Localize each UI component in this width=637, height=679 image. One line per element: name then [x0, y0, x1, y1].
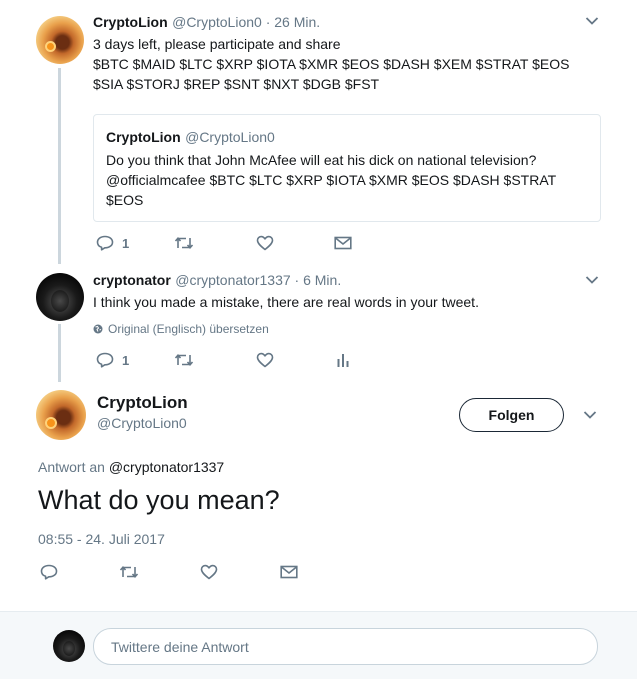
tweet-text: I think you made a mistake, there are re…: [93, 294, 479, 310]
reply-icon: [96, 352, 114, 368]
chevron-down-icon[interactable]: [585, 275, 599, 285]
reply-to-handle[interactable]: @cryptonator1337: [109, 459, 224, 475]
analytics-button[interactable]: [337, 352, 349, 368]
reply-icon: [96, 235, 114, 251]
globe-icon: [93, 324, 103, 334]
quote-header: CryptoLion @CryptoLion0: [106, 129, 275, 147]
reply-count: 1: [122, 235, 130, 251]
retweet-icon: [174, 353, 194, 367]
translate-label: Original (Englisch) übersetzen: [108, 322, 269, 336]
tweet-text-line: 3 days left, please participate and shar…: [93, 36, 341, 52]
hooded-figure-face: [51, 290, 69, 312]
tweet-header: cryptonator @cryptonator1337 · 6 Min.: [93, 272, 341, 290]
reply-button[interactable]: [40, 564, 58, 580]
like-button[interactable]: [256, 235, 274, 251]
avatar[interactable]: [36, 16, 84, 64]
quote-text-line: $EOS: [106, 192, 144, 208]
direct-message-button[interactable]: [334, 236, 352, 250]
tweet-time[interactable]: · 6 Min.: [291, 272, 342, 288]
current-user-avatar: [53, 630, 85, 662]
thread-line: [58, 68, 61, 264]
tweet-time[interactable]: · 26 Min.: [262, 14, 320, 30]
analytics-icon: [337, 354, 349, 367]
tweet-text: What do you mean?: [38, 485, 280, 515]
quoted-tweet[interactable]: CryptoLion @CryptoLion0 Do you think tha…: [93, 114, 601, 222]
reply-count: 1: [122, 352, 130, 368]
reply-input[interactable]: [93, 628, 598, 665]
like-button[interactable]: [256, 352, 274, 368]
retweet-icon: [174, 236, 194, 250]
avatar[interactable]: [36, 390, 86, 440]
tweet-text-line: $BTC $MAID $LTC $XRP $IOTA $XMR $EOS $DA…: [93, 56, 570, 72]
quote-text-line: Do you think that John McAfee will eat h…: [106, 152, 537, 168]
direct-message-button[interactable]: [280, 565, 298, 579]
envelope-icon: [334, 236, 352, 250]
reply-button[interactable]: 1: [96, 352, 129, 368]
author-handle[interactable]: @cryptonator1337: [175, 272, 290, 288]
quote-author-name: CryptoLion: [106, 129, 181, 145]
quote-text-line: @officialmcafee $BTC $LTC $XRP $IOTA $XM…: [106, 172, 557, 188]
reply-to-prefix: Antwort an: [38, 459, 109, 475]
tweet-header: CryptoLion @CryptoLion0 · 26 Min.: [93, 14, 320, 32]
author-name[interactable]: CryptoLion: [93, 14, 168, 30]
retweet-button[interactable]: [119, 564, 139, 580]
avatar[interactable]: [36, 273, 84, 321]
quote-author-handle: @CryptoLion0: [185, 129, 275, 145]
tweet-text-line: $SIA $STORJ $REP $SNT $NXT $DGB $FST: [93, 76, 380, 92]
reply-context: Antwort an @cryptonator1337: [38, 459, 224, 475]
envelope-icon: [280, 565, 298, 579]
hooded-figure-face: [63, 641, 75, 656]
heart-icon: [256, 352, 274, 368]
author-name[interactable]: cryptonator: [93, 272, 171, 288]
bitcoin-coin-icon: [45, 417, 57, 429]
follow-button[interactable]: Folgen: [459, 398, 564, 432]
author-name[interactable]: CryptoLion: [97, 393, 188, 413]
author-handle[interactable]: @CryptoLion0: [97, 415, 187, 431]
quote-text: Do you think that John McAfee will eat h…: [106, 150, 596, 210]
retweet-button[interactable]: [174, 235, 194, 251]
heart-icon: [256, 235, 274, 251]
retweet-button[interactable]: [174, 352, 194, 368]
author-handle[interactable]: @CryptoLion0: [172, 14, 262, 30]
chevron-down-icon[interactable]: [583, 410, 597, 420]
reply-icon: [40, 564, 58, 580]
like-button[interactable]: [200, 564, 218, 580]
retweet-icon: [119, 565, 139, 579]
chevron-down-icon[interactable]: [585, 16, 599, 26]
tweet-timestamp[interactable]: 08:55 - 24. Juli 2017: [38, 531, 165, 547]
thread-line: [58, 324, 61, 382]
reply-button[interactable]: 1: [96, 235, 129, 251]
translate-link[interactable]: Original (Englisch) übersetzen: [93, 322, 269, 336]
heart-icon: [200, 564, 218, 580]
tweet-text: 3 days left, please participate and shar…: [93, 34, 613, 94]
bitcoin-coin-icon: [45, 41, 56, 52]
